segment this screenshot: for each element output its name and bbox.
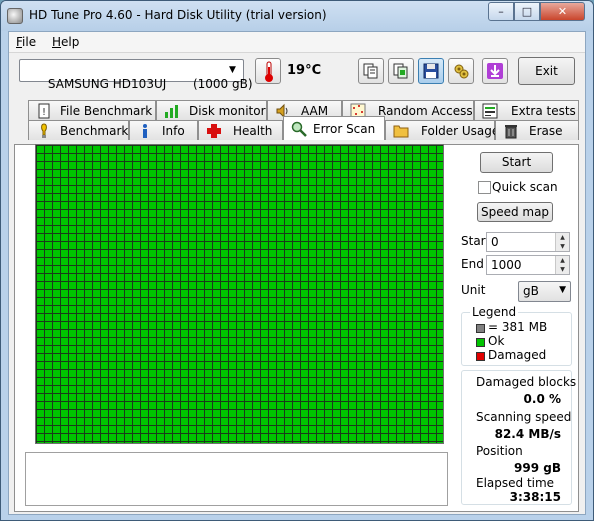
damaged-blocks-label: Damaged blocks xyxy=(476,375,577,389)
menu-file[interactable]: File xyxy=(16,35,36,49)
trash-icon xyxy=(505,125,517,139)
tab-disk-monitor[interactable]: Disk monitor xyxy=(156,100,267,120)
drive-select[interactable]: SAMSUNG HD103UJ (1000 gB) ▼ xyxy=(19,59,253,91)
tab-error-scan[interactable]: Error Scan xyxy=(283,116,385,140)
legend-block-size: = 381 MB xyxy=(488,320,548,334)
tab-label: Disk monitor xyxy=(189,104,266,118)
start-scan-button[interactable]: Start xyxy=(480,152,553,173)
tab-erase[interactable]: Erase xyxy=(495,120,579,140)
start-up-arrow-icon[interactable]: ▲ xyxy=(555,233,569,242)
temperature-value: 19°C xyxy=(287,63,322,78)
position-label: Position xyxy=(476,444,523,458)
scanning-speed-label: Scanning speed xyxy=(476,410,572,424)
legend-ok: Ok xyxy=(488,334,505,348)
download-icon xyxy=(487,63,503,79)
app-window: HD Tune Pro 4.60 - Hard Disk Utility (tr… xyxy=(0,0,594,521)
scanned-blocks-grid xyxy=(36,145,443,443)
tab-label: Benchmark xyxy=(60,124,129,138)
tab-benchmark[interactable]: Benchmark xyxy=(28,120,129,140)
save-icon xyxy=(423,63,439,79)
health-icon xyxy=(207,124,221,138)
minimize-button[interactable]: – xyxy=(488,2,514,21)
disk-monitor-icon xyxy=(165,105,178,118)
app-icon xyxy=(7,8,23,24)
block-map xyxy=(35,144,444,444)
svg-text:!: ! xyxy=(42,107,46,118)
block-size-swatch xyxy=(476,324,485,333)
options-button[interactable] xyxy=(448,58,474,84)
options-icon xyxy=(454,64,469,79)
window-title: HD Tune Pro 4.60 - Hard Disk Utility (tr… xyxy=(29,8,327,22)
client-area: File Help SAMSUNG HD103UJ (1000 gB) ▼ 19… xyxy=(8,31,586,515)
damaged-swatch xyxy=(476,352,485,361)
folder-icon xyxy=(393,125,409,138)
tab-folder-usage[interactable]: Folder Usage xyxy=(385,120,499,140)
file-benchmark-icon: ! xyxy=(38,103,50,119)
tab-label: Error Scan xyxy=(313,122,376,136)
drive-select-value: SAMSUNG HD103UJ (1000 gB) xyxy=(47,77,253,91)
quick-scan-checkbox[interactable] xyxy=(478,181,491,194)
legend-damaged: Damaged xyxy=(488,348,547,362)
tab-health[interactable]: Health xyxy=(198,120,283,140)
unit-select[interactable]: gB ▼ xyxy=(518,281,571,302)
copy-screenshot-button[interactable] xyxy=(388,58,414,84)
tab-info[interactable]: Info xyxy=(129,120,198,140)
chevron-down-icon: ▼ xyxy=(559,285,566,295)
tab-extra-tests[interactable]: Extra tests xyxy=(474,100,579,120)
tab-label: File Benchmark xyxy=(60,104,153,118)
download-button[interactable] xyxy=(482,58,508,84)
benchmark-icon xyxy=(41,123,47,138)
scanning-speed-value: 82.4 MB/s xyxy=(494,427,561,441)
tab-label: Erase xyxy=(529,124,563,138)
unit-value: gB xyxy=(523,284,539,298)
start-value: 0 xyxy=(491,235,499,249)
info-icon xyxy=(143,124,147,138)
unit-label: Unit xyxy=(461,283,486,297)
stats-panel: Damaged blocks 0.0 % Scanning speed 82.4… xyxy=(461,370,576,505)
tab-file-benchmark[interactable]: ! File Benchmark xyxy=(28,100,156,120)
copy-text-icon xyxy=(363,63,378,79)
start-down-arrow-icon[interactable]: ▼ xyxy=(555,242,569,251)
close-button[interactable]: ✕ xyxy=(540,2,585,21)
tab-label: Info xyxy=(162,124,185,138)
tab-label: Folder Usage xyxy=(421,124,500,138)
magnifier-icon xyxy=(291,121,307,137)
end-value: 1000 xyxy=(491,258,522,272)
end-up-arrow-icon[interactable]: ▲ xyxy=(555,256,569,265)
elapsed-time-value: 3:38:15 xyxy=(509,490,561,504)
position-value: 999 gB xyxy=(514,461,561,475)
tab-label: Health xyxy=(233,124,273,138)
tab-label: Random Access xyxy=(378,104,473,118)
menu-bar: File Help xyxy=(9,32,585,52)
ok-swatch xyxy=(476,338,485,347)
speed-map-button[interactable]: Speed map xyxy=(477,202,553,222)
end-label: End xyxy=(461,257,484,271)
temperature-button[interactable] xyxy=(255,58,281,84)
elapsed-time-label: Elapsed time xyxy=(476,476,555,490)
quick-scan-label[interactable]: Quick scan xyxy=(492,180,558,194)
maximize-button[interactable]: □ xyxy=(514,2,540,21)
menu-divider xyxy=(9,52,585,53)
save-button[interactable] xyxy=(418,58,444,84)
thermometer-icon xyxy=(265,61,273,82)
start-stepper[interactable]: 0 ▲ ▼ xyxy=(486,232,570,252)
end-stepper[interactable]: 1000 ▲ ▼ xyxy=(486,255,570,275)
exit-button[interactable]: Exit xyxy=(518,57,575,85)
legend-title: Legend xyxy=(470,305,519,319)
copy-text-button[interactable] xyxy=(358,58,384,84)
end-down-arrow-icon[interactable]: ▼ xyxy=(555,265,569,274)
damaged-blocks-value: 0.0 % xyxy=(523,392,561,406)
menu-help[interactable]: Help xyxy=(52,35,79,49)
copy-screenshot-icon xyxy=(393,63,408,79)
extra-tests-icon xyxy=(482,103,498,119)
title-bar[interactable]: HD Tune Pro 4.60 - Hard Disk Utility (tr… xyxy=(1,1,593,31)
tab-label: Extra tests xyxy=(511,104,576,118)
scan-log xyxy=(25,452,448,506)
chevron-down-icon: ▼ xyxy=(229,65,236,75)
